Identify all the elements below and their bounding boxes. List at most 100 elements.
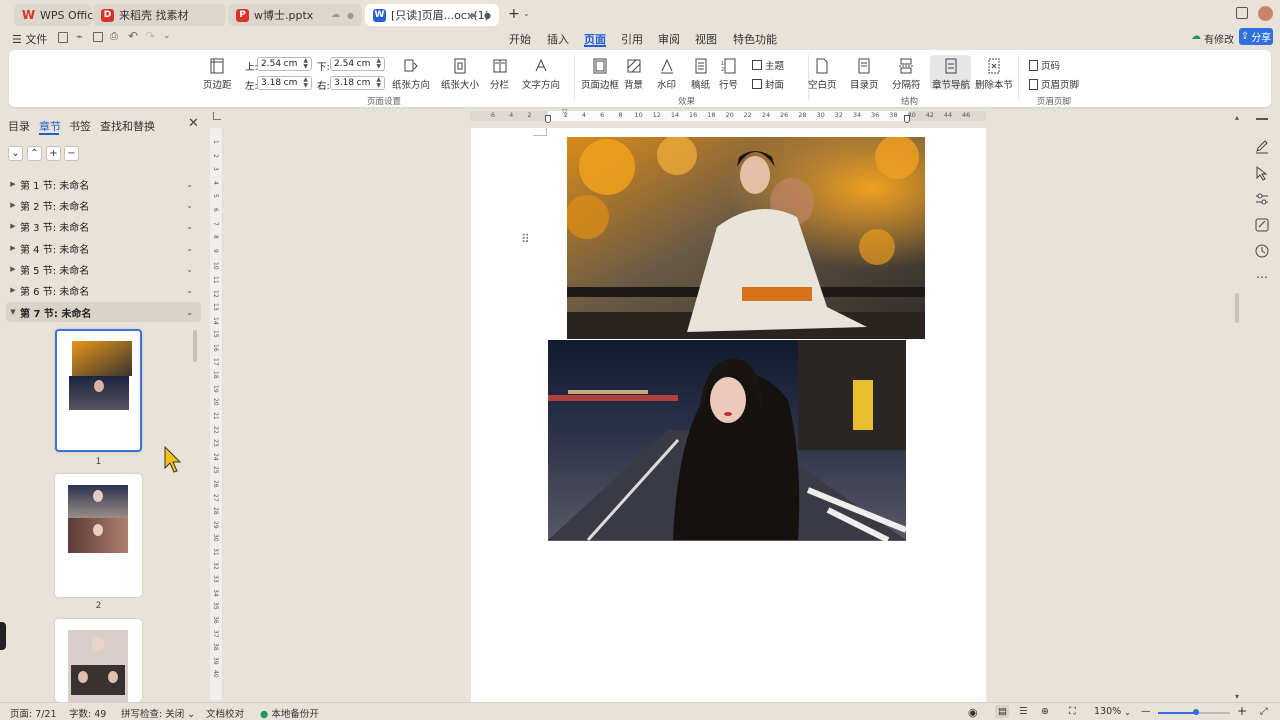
redo-icon[interactable]: ↷ (145, 29, 155, 43)
pen-icon[interactable] (1254, 138, 1270, 154)
first-line-indent-marker[interactable]: ▽ (562, 108, 567, 116)
tab-document[interactable]: W [只读]页眉...ocx(1) ☁ ● (365, 4, 499, 26)
print-icon[interactable] (93, 32, 103, 42)
delete-section-button[interactable]: 删除本节 (975, 58, 1013, 91)
zoom-out-button[interactable]: — (1141, 706, 1151, 717)
tab-bookmarks[interactable]: 书签 (69, 118, 91, 134)
header-footer-button[interactable]: 页眉页脚 (1029, 77, 1079, 91)
right-margin-field[interactable]: 3.18 cm ▲ ▼ (330, 76, 385, 90)
background-button[interactable]: 背景 (624, 58, 643, 91)
print-preview-icon[interactable]: ⎙ (110, 31, 118, 42)
tab-pptx[interactable]: P w博士.pptx ☁ ● (228, 4, 362, 26)
menu-start[interactable]: 开始 (509, 31, 531, 47)
watermark-button[interactable]: 水印 (657, 58, 676, 91)
spin-arrows-icon[interactable]: ▲ ▼ (376, 58, 381, 70)
collapse-icon[interactable] (1256, 118, 1268, 120)
history-icon[interactable] (1254, 243, 1270, 259)
right-indent-marker[interactable] (904, 115, 910, 123)
spin-arrows-icon[interactable]: ▲ ▼ (303, 58, 308, 70)
spin-arrows-icon[interactable]: ▲ ▼ (376, 77, 381, 89)
word-count[interactable]: 字数: 49 (69, 706, 106, 720)
menu-review[interactable]: 审阅 (658, 31, 680, 47)
outline-view-icon[interactable]: ☰ (1019, 706, 1028, 717)
page-thumbnail[interactable] (55, 474, 142, 597)
backup-status[interactable]: ● 本地备份开 (260, 706, 319, 720)
vertical-ruler[interactable]: 1 2 3 4 5 6 7 8 9 10 11 12 13 14 15 16 17 18 19 20 21 22 23 24 2… (210, 128, 223, 700)
menu-special[interactable]: 特色功能 (733, 31, 777, 47)
add-section-button[interactable]: + (46, 146, 61, 161)
chevron-down-icon[interactable]: ⌄ (186, 180, 193, 189)
new-doc-icon[interactable] (58, 32, 68, 43)
scroll-up-icon[interactable]: ▴ (1235, 113, 1239, 122)
zoom-level[interactable]: 130% (1094, 706, 1121, 717)
layout-icon[interactable] (1236, 7, 1248, 19)
chevron-down-icon[interactable]: ⌄ (186, 244, 193, 253)
quick-access-chevron-icon[interactable]: ⌄ (163, 31, 171, 41)
tab-find-replace[interactable]: 查找和替换 (100, 118, 155, 134)
chevron-down-icon[interactable]: ⌄ (186, 308, 193, 317)
separator-button[interactable]: 分隔符 (892, 58, 921, 91)
chevron-down-icon[interactable]: ⌄ (186, 201, 193, 210)
drag-handle-icon[interactable]: ⠿ (521, 232, 530, 246)
section-item[interactable]: ▶ 第 3 节: 未命名 ⌄ (6, 216, 201, 236)
page-scrollbar[interactable] (1235, 293, 1239, 323)
tab-list-chevron-icon[interactable]: ⌄ (523, 9, 530, 18)
tab-sections[interactable]: 章节 (39, 118, 61, 134)
document-page[interactable]: ⠿ (471, 128, 986, 703)
new-tab-button[interactable]: + (508, 6, 520, 22)
menu-insert[interactable]: 插入 (547, 31, 569, 47)
expand-down-button[interactable]: ⌄ (8, 146, 23, 161)
scroll-down-icon[interactable]: ▾ (1235, 692, 1239, 701)
has-changes-indicator[interactable]: ☁ 有修改 (1191, 31, 1234, 46)
line-number-button[interactable]: 12 行号 (719, 58, 738, 91)
image-edit-icon[interactable] (1254, 217, 1270, 233)
undo-icon[interactable]: ↶ (128, 29, 138, 43)
tab-toc[interactable]: 目录 (8, 118, 30, 134)
blank-page-button[interactable]: 空白页 (808, 58, 837, 91)
adjust-sliders-icon[interactable] (1254, 191, 1270, 207)
section-item[interactable]: ▶ 第 1 节: 未命名 ⌄ (6, 174, 201, 194)
chevron-down-icon[interactable]: ⌄ (186, 222, 193, 231)
menu-view[interactable]: 视图 (695, 31, 717, 47)
bottom-margin-field[interactable]: 2.54 cm ▲ ▼ (330, 57, 385, 71)
close-icon[interactable]: ✕ (188, 116, 199, 131)
document-image-autumn[interactable] (567, 137, 925, 339)
margins-button[interactable]: 页边距 (203, 58, 232, 91)
section-nav-button[interactable]: 章节导航 (932, 58, 970, 91)
page-border-button[interactable]: 页面边框 (581, 58, 619, 91)
side-handle[interactable] (0, 622, 6, 650)
web-view-icon[interactable]: ⊕ (1041, 706, 1049, 717)
text-direction-button[interactable]: 文字方向 (522, 58, 560, 91)
horizontal-ruler[interactable]: 6 4 2 2 4 6 8 10 12 14 16 18 20 22 24 26 28 30 32 34 36 38 40 4… (470, 108, 986, 123)
tab-wps-home[interactable]: W WPS Office (14, 4, 100, 26)
left-indent-marker[interactable] (545, 115, 551, 123)
menu-reference[interactable]: 引用 (621, 31, 643, 47)
cover-button[interactable]: 封面 (752, 77, 784, 91)
page-number-button[interactable]: 页码 (1029, 58, 1060, 72)
tab-docer[interactable]: D 来稻壳 找素材 (93, 4, 226, 26)
spin-arrows-icon[interactable]: ▲ ▼ (303, 77, 308, 89)
orientation-button[interactable]: 纸张方向 (392, 58, 430, 91)
left-margin-field[interactable]: 3.18 cm ▲ ▼ (257, 76, 312, 90)
section-item[interactable]: ▶ 第 5 节: 未命名 ⌄ (6, 259, 201, 279)
select-pointer-icon[interactable] (1254, 165, 1270, 181)
section-item-selected[interactable]: ▼ 第 7 节: 未命名 ⌄ (6, 302, 201, 322)
spell-check-toggle[interactable]: 拼写检查: 关闭 ⌄ (121, 706, 195, 720)
share-button[interactable]: ⇪ 分享 (1239, 28, 1273, 45)
chevron-down-icon[interactable]: ⌄ (186, 265, 193, 274)
eye-protection-icon[interactable]: ◉ (968, 706, 978, 719)
theme-button[interactable]: 主题 (752, 58, 784, 72)
collapse-up-button[interactable]: ⌃ (27, 146, 42, 161)
panel-scrollbar[interactable] (193, 330, 197, 362)
top-margin-field[interactable]: 2.54 cm ▲ ▼ (257, 57, 312, 71)
columns-button[interactable]: 分栏 (490, 58, 509, 91)
section-item[interactable]: ▶ 第 6 节: 未命名 ⌄ (6, 280, 201, 300)
page-thumbnail[interactable] (55, 619, 142, 702)
zoom-chevron-icon[interactable]: ⌄ (1124, 708, 1131, 717)
link-icon[interactable]: ⌁ (76, 30, 83, 43)
zoom-slider-handle[interactable] (1193, 709, 1199, 715)
page-indicator[interactable]: 页面: 7/21 (10, 706, 57, 720)
document-image-street[interactable] (548, 340, 906, 541)
chevron-down-icon[interactable]: ⌄ (186, 286, 193, 295)
manuscript-button[interactable]: 稿纸 (691, 58, 710, 91)
